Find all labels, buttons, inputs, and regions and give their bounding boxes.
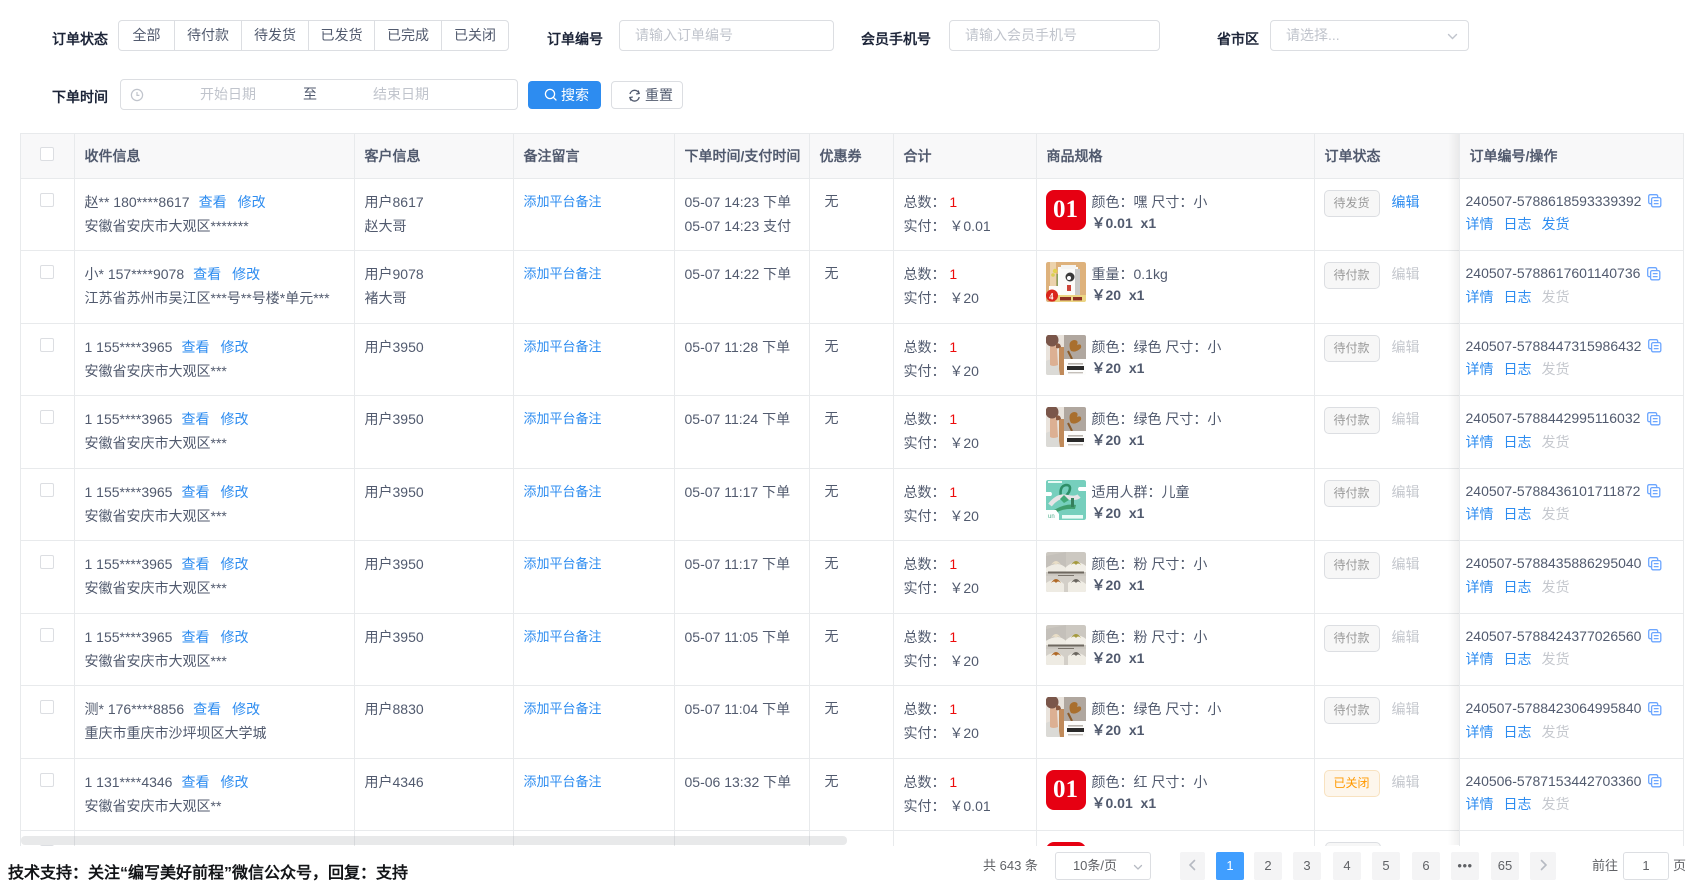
svg-text:un: un: [1048, 514, 1055, 520]
svg-text:4: 4: [1049, 292, 1054, 302]
